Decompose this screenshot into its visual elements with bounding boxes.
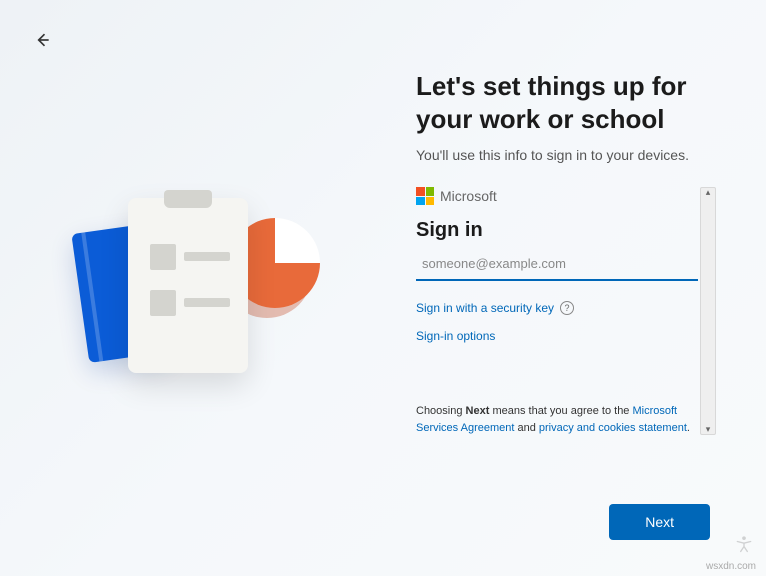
- legal-suffix: .: [687, 422, 690, 434]
- accessibility-icon[interactable]: [734, 534, 754, 554]
- clipboard-item-icon: [184, 252, 230, 261]
- clipboard-item-icon: [150, 290, 176, 316]
- main-container: Let's set things up for your work or sch…: [0, 0, 766, 576]
- setup-illustration: [80, 188, 320, 388]
- illustration-pane: [0, 0, 380, 576]
- signin-options-link[interactable]: Sign-in options: [416, 329, 495, 343]
- signin-panel: Microsoft Sign in Sign in with a securit…: [416, 187, 716, 436]
- legal-bold: Next: [466, 405, 490, 417]
- arrow-left-icon: [32, 30, 52, 50]
- legal-mid1: means that you agree to the: [489, 405, 632, 417]
- email-field[interactable]: [416, 248, 698, 281]
- privacy-link[interactable]: privacy and cookies statement: [539, 422, 687, 434]
- signin-heading: Sign in: [416, 219, 698, 242]
- clipboard-item-icon: [150, 244, 176, 270]
- security-key-link[interactable]: Sign in with a security key: [416, 301, 554, 315]
- help-icon[interactable]: ?: [560, 301, 574, 315]
- back-button[interactable]: [32, 30, 52, 50]
- legal-text: Choosing Next means that you agree to th…: [416, 403, 698, 436]
- page-subtitle: You'll use this info to sign in to your …: [416, 147, 716, 163]
- security-key-row: Sign in with a security key ?: [416, 301, 698, 315]
- microsoft-logo-icon: [416, 187, 434, 205]
- signin-options-row: Sign-in options: [416, 329, 698, 343]
- clipboard-item-icon: [184, 298, 230, 307]
- microsoft-brand-text: Microsoft: [440, 188, 497, 204]
- clipboard-icon: [128, 198, 248, 373]
- legal-prefix: Choosing: [416, 405, 466, 417]
- page-title: Let's set things up for your work or sch…: [416, 70, 716, 135]
- watermark: wsxdn.com: [706, 561, 756, 572]
- legal-mid2: and: [514, 422, 538, 434]
- next-button[interactable]: Next: [609, 504, 710, 540]
- content-pane: Let's set things up for your work or sch…: [380, 0, 766, 576]
- scrollbar[interactable]: [700, 187, 716, 435]
- microsoft-brand: Microsoft: [416, 187, 698, 205]
